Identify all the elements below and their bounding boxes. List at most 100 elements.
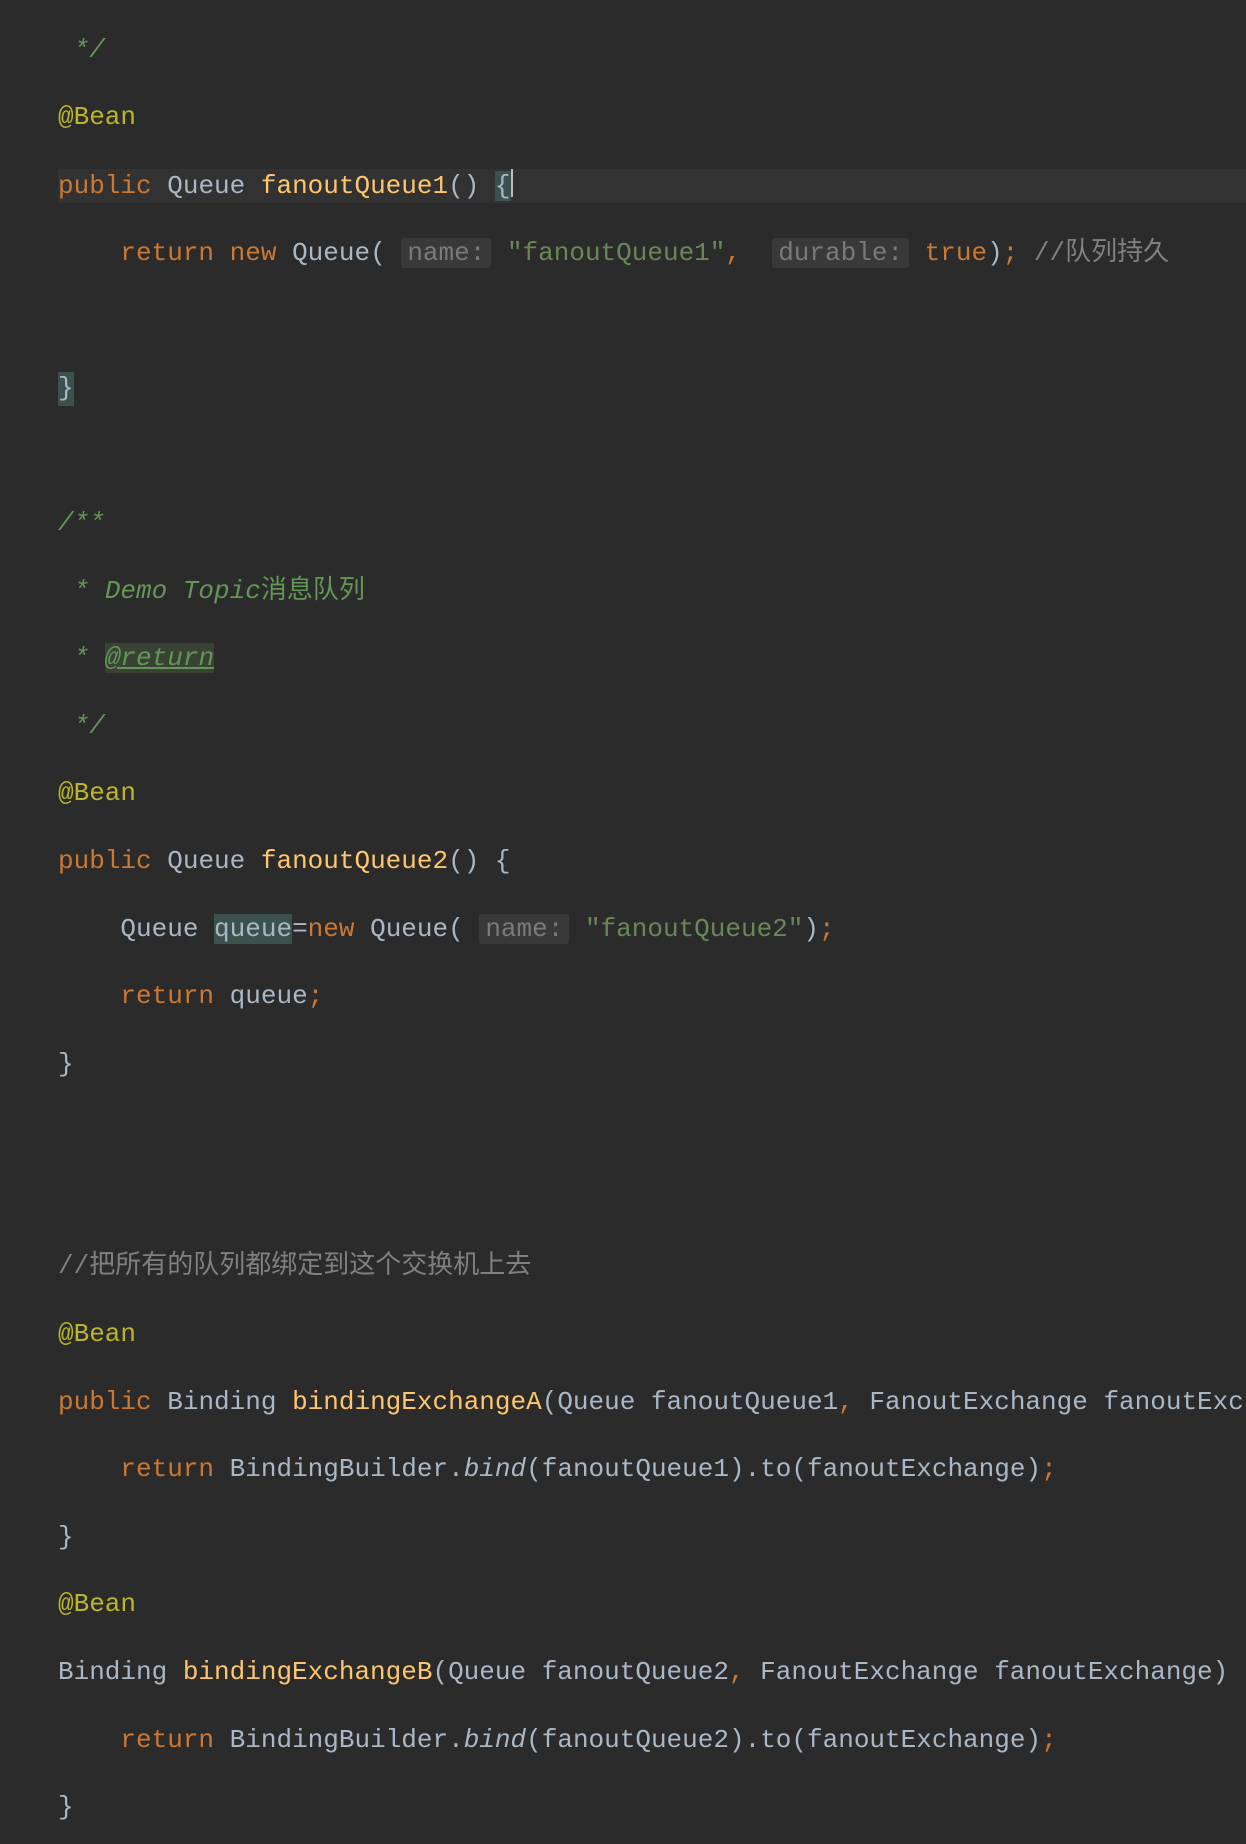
type-queue: Queue	[120, 914, 198, 944]
param-hint-durable: durable:	[772, 238, 909, 268]
brace-close-highlight: }	[58, 372, 74, 406]
param-fanoutQueue1: fanoutQueue1	[651, 1387, 838, 1417]
paren-close: )	[1025, 1454, 1041, 1484]
brace-open: {	[495, 846, 511, 876]
paren-close: )	[729, 1725, 745, 1755]
javadoc-star: *	[58, 576, 89, 606]
semicolon: ;	[1041, 1454, 1057, 1484]
paren-open: (	[791, 1454, 807, 1484]
brace-open-highlight: {	[495, 171, 511, 201]
keyword-public: public	[58, 171, 152, 201]
type-queue: Queue	[448, 1657, 526, 1687]
keyword-public: public	[58, 846, 152, 876]
paren-open: (	[448, 914, 464, 944]
annotation-bean: @Bean	[58, 102, 136, 132]
arg-fanoutExchange: fanoutExchange	[807, 1454, 1025, 1484]
type-queue: Queue	[370, 914, 448, 944]
keyword-return: return	[120, 238, 214, 268]
param-hint-name: name:	[479, 914, 569, 944]
javadoc-text: Demo Topic	[89, 576, 261, 606]
paren-open: (	[448, 171, 464, 201]
type-bindingbuilder: BindingBuilder	[230, 1454, 448, 1484]
method-to: to	[760, 1725, 791, 1755]
param-fanoutQueue2: fanoutQueue2	[542, 1657, 729, 1687]
comma: ,	[838, 1387, 854, 1417]
method-to: to	[760, 1454, 791, 1484]
method-bindingExchangeA: bindingExchangeA	[292, 1387, 542, 1417]
javadoc-text-cn: 消息队列	[261, 576, 365, 606]
param-hint-name: name:	[401, 238, 491, 268]
type-binding: Binding	[167, 1387, 276, 1417]
dot: .	[448, 1454, 464, 1484]
paren-close: )	[464, 171, 480, 201]
dot: .	[745, 1725, 761, 1755]
keyword-public: public	[58, 1387, 152, 1417]
javadoc-star: *	[58, 643, 89, 673]
param-fanoutExchange: fanoutExchange	[994, 1657, 1212, 1687]
param-fanoutExchange: fanoutExchange	[1103, 1387, 1246, 1417]
javadoc-open: /**	[58, 508, 105, 538]
arg-fanoutQueue1: fanoutQueue1	[542, 1454, 729, 1484]
method-fanoutQueue1: fanoutQueue1	[261, 171, 448, 201]
keyword-return: return	[120, 1725, 214, 1755]
paren-close: )	[803, 914, 819, 944]
variable-queue: queue	[230, 981, 308, 1011]
comment-line: //队列持久	[1034, 238, 1169, 268]
method-fanoutQueue2: fanoutQueue2	[261, 846, 448, 876]
paren-close: )	[729, 1454, 745, 1484]
keyword-new: new	[230, 238, 277, 268]
javadoc-close: */	[58, 35, 105, 65]
string-literal: "fanoutQueue1"	[507, 238, 725, 268]
type-fanoutexchange: FanoutExchange	[760, 1657, 978, 1687]
paren-close: )	[464, 846, 480, 876]
type-binding: Binding	[58, 1657, 167, 1687]
brace-close: }	[58, 1049, 74, 1079]
paren-open: (	[370, 238, 386, 268]
variable-queue-highlight: queue	[214, 914, 292, 944]
paren-open: (	[448, 846, 464, 876]
type-queue: Queue	[292, 238, 370, 268]
dot: .	[448, 1725, 464, 1755]
dot: .	[745, 1454, 761, 1484]
type-fanoutexchange: FanoutExchange	[869, 1387, 1087, 1417]
annotation-bean: @Bean	[58, 1319, 136, 1349]
paren-open: (	[526, 1725, 542, 1755]
semicolon: ;	[1003, 238, 1019, 268]
keyword-return: return	[120, 981, 214, 1011]
comma: ,	[729, 1657, 745, 1687]
paren-close: )	[987, 238, 1003, 268]
paren-close: )	[1213, 1657, 1229, 1687]
paren-open: (	[542, 1387, 558, 1417]
paren-open: (	[791, 1725, 807, 1755]
paren-close: )	[1025, 1725, 1041, 1755]
paren-open: (	[526, 1454, 542, 1484]
paren-open: (	[432, 1657, 448, 1687]
comma: ,	[725, 238, 741, 268]
javadoc-return-tag: @return	[105, 643, 214, 673]
method-bindingExchangeB: bindingExchangeB	[183, 1657, 433, 1687]
type-queue: Queue	[167, 846, 245, 876]
brace-close: }	[58, 1522, 74, 1552]
method-bind: bind	[464, 1454, 526, 1484]
equals: =	[292, 914, 308, 944]
semicolon: ;	[1041, 1725, 1057, 1755]
type-queue: Queue	[557, 1387, 635, 1417]
type-bindingbuilder: BindingBuilder	[230, 1725, 448, 1755]
javadoc-close: */	[58, 711, 105, 741]
semicolon: ;	[308, 981, 324, 1011]
type-queue: Queue	[167, 171, 245, 201]
code-editor[interactable]: */ @Bean public Queue fanoutQueue1() { r…	[0, 0, 1246, 1844]
text-cursor	[511, 169, 513, 197]
annotation-bean: @Bean	[58, 778, 136, 808]
keyword-true: true	[925, 238, 987, 268]
arg-fanoutQueue2: fanoutQueue2	[542, 1725, 729, 1755]
method-bind: bind	[464, 1725, 526, 1755]
keyword-return: return	[120, 1454, 214, 1484]
string-literal: "fanoutQueue2"	[585, 914, 803, 944]
arg-fanoutExchange: fanoutExchange	[807, 1725, 1025, 1755]
comment-line: //把所有的队列都绑定到这个交换机上去	[58, 1251, 531, 1281]
brace-close: }	[58, 1792, 74, 1822]
semicolon: ;	[819, 914, 835, 944]
annotation-bean: @Bean	[58, 1589, 136, 1619]
keyword-new: new	[308, 914, 355, 944]
